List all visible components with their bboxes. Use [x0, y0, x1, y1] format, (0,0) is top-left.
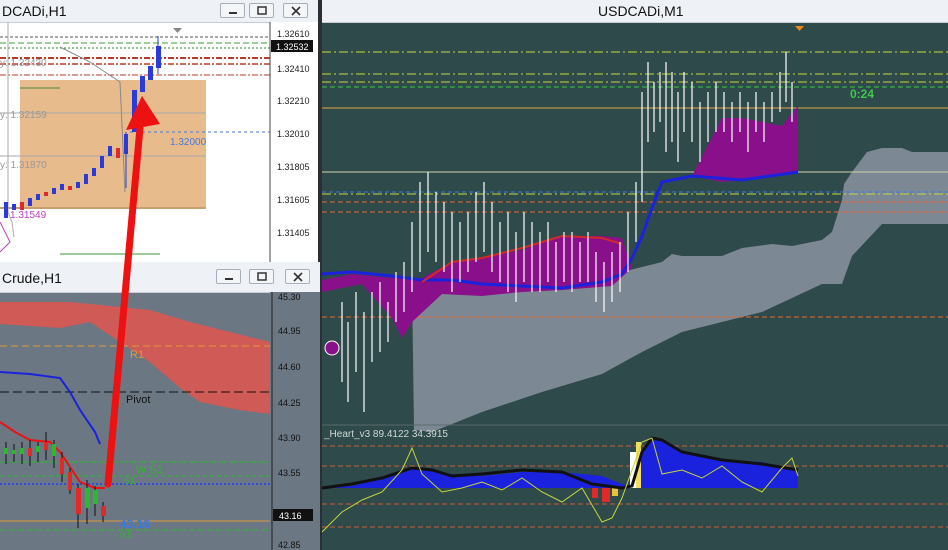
- annotation-arrow: [104, 96, 160, 488]
